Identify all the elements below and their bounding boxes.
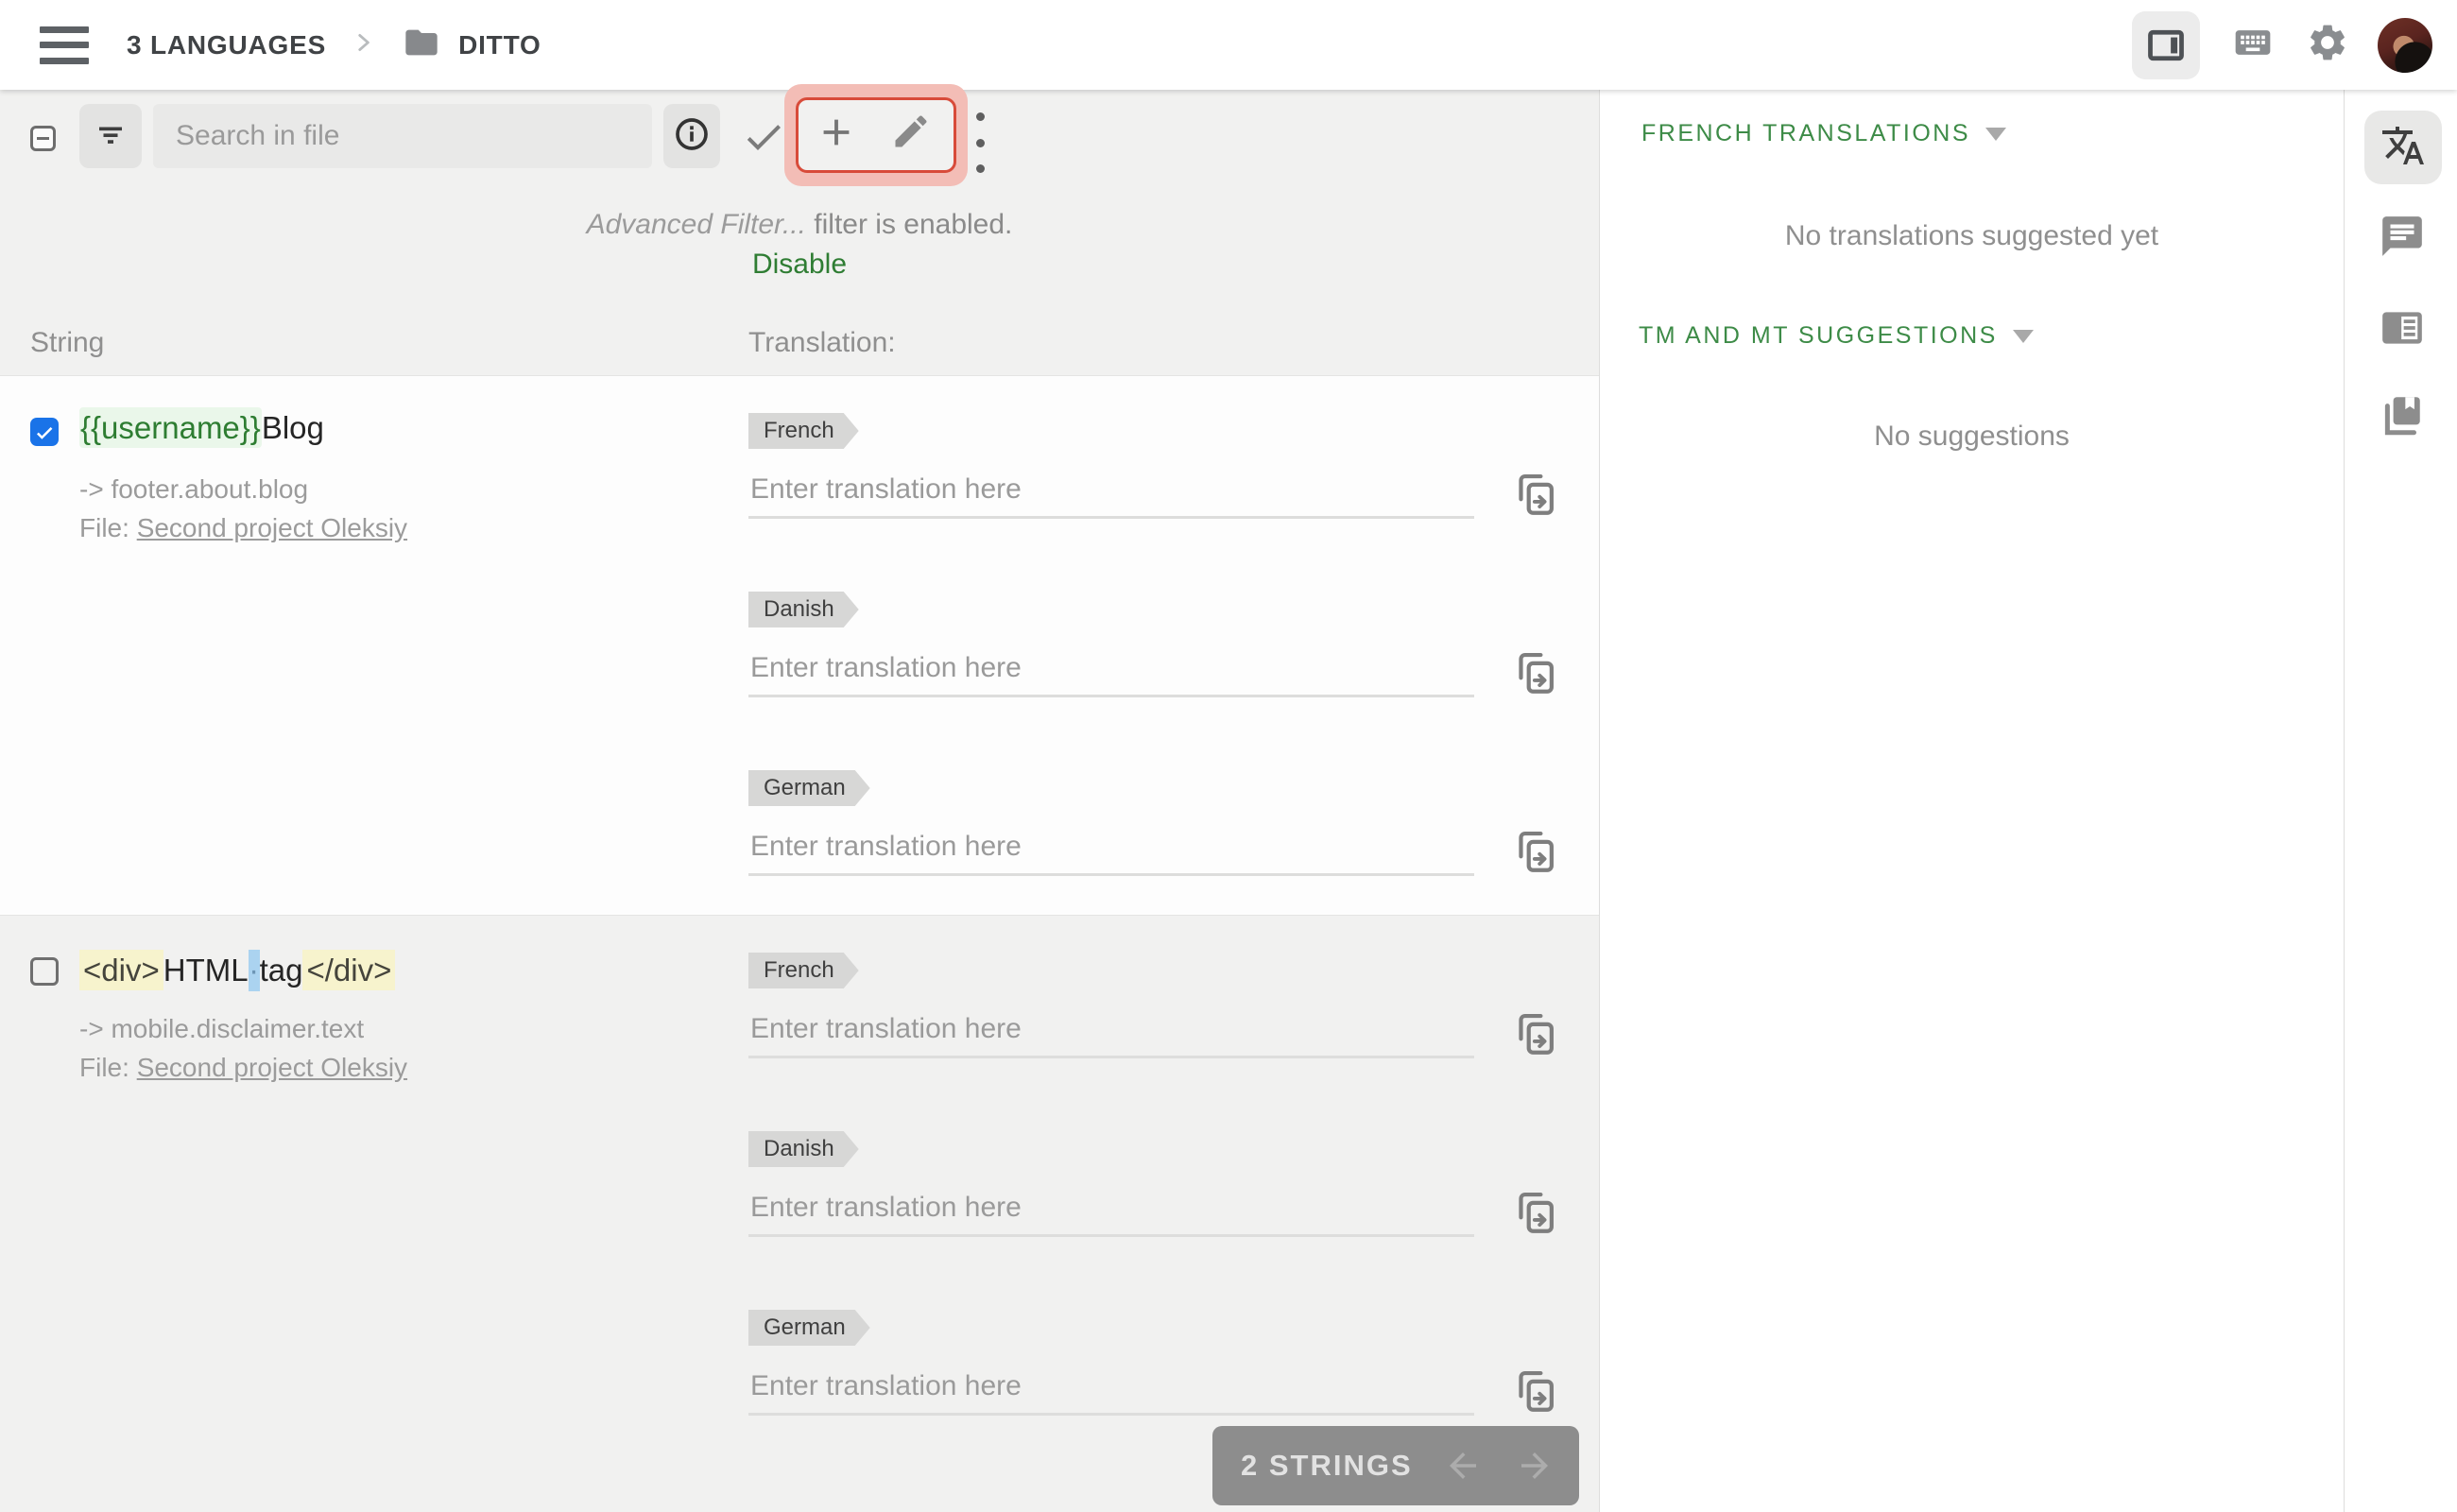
select-all-checkbox[interactable] <box>30 126 56 151</box>
translation-input[interactable] <box>748 819 1474 876</box>
chevron-right-icon <box>351 30 375 60</box>
pager-bar: 2 STRINGS <box>1212 1426 1579 1505</box>
string-file: File: Second project Oleksiy <box>79 513 407 543</box>
copy-source-icon[interactable] <box>1514 829 1557 881</box>
disable-filter-link[interactable]: Disable <box>0 249 1599 281</box>
strings-editor-area: Advanced Filter... filter is enabled. Di… <box>0 84 1599 1512</box>
language-chip: German <box>748 770 870 806</box>
suggestions-panel: FRENCH TRANSLATIONS No translations sugg… <box>1599 90 2344 1512</box>
translation-group: French <box>748 953 1561 1113</box>
folder-icon <box>400 24 443 66</box>
toggle-side-panel-button[interactable] <box>2132 10 2200 79</box>
dropdown-arrow-icon[interactable] <box>2012 329 2034 343</box>
string-html-tag-token: </div> <box>302 950 396 990</box>
filter-name: Advanced Filter... <box>586 209 806 240</box>
string-key-path: -> mobile.disclaimer.text <box>79 1014 365 1043</box>
translation-group: Danish <box>748 592 1561 752</box>
filter-notice: Advanced Filter... filter is enabled. <box>586 209 1013 240</box>
language-chip: German <box>748 1310 870 1346</box>
section-french-translations: FRENCH TRANSLATIONS <box>1641 120 2007 147</box>
filter-button[interactable] <box>79 104 142 168</box>
translation-input[interactable] <box>748 1359 1474 1416</box>
string-text: tag <box>259 953 303 988</box>
row-checkbox[interactable] <box>30 418 59 446</box>
keyboard-shortcuts-icon[interactable] <box>2228 22 2277 68</box>
menu-icon[interactable] <box>40 26 89 64</box>
search-input[interactable] <box>153 104 652 168</box>
breadcrumb-current[interactable]: DITTO <box>458 30 541 60</box>
tutorial-highlight <box>784 84 968 186</box>
language-chip: French <box>748 953 859 988</box>
translation-group: Danish <box>748 1131 1561 1292</box>
string-space-token: · <box>248 950 260 991</box>
dropdown-arrow-icon[interactable] <box>1985 127 2007 141</box>
translation-input[interactable] <box>748 1180 1474 1237</box>
file-link[interactable]: Second project Oleksiy <box>137 1053 407 1082</box>
string-row: <div> HTML·tag </div> -> mobile.disclaimer.… <box>0 916 1599 1512</box>
settings-gear-icon[interactable] <box>2306 21 2349 69</box>
comments-icon[interactable] <box>2379 213 2426 265</box>
breadcrumb-root[interactable]: 3 LANGUAGES <box>127 30 326 60</box>
side-tools-rail <box>2344 90 2457 1512</box>
string-variable-token: {{username}} <box>79 407 262 448</box>
translation-input[interactable] <box>748 462 1474 519</box>
language-chip: Danish <box>748 1131 859 1167</box>
next-page-icon[interactable] <box>1515 1446 1555 1486</box>
language-chip: French <box>748 413 859 449</box>
language-chip: Danish <box>748 592 859 627</box>
string-text: HTML <box>163 953 249 988</box>
source-string[interactable]: <div> HTML·tag </div> <box>79 950 396 991</box>
previous-page-icon[interactable] <box>1443 1446 1483 1486</box>
tm-mt-suggestions-empty-state: No suggestions <box>1874 421 2070 452</box>
translate-icon <box>2380 123 2426 173</box>
approve-check-icon[interactable] <box>741 114 786 164</box>
string-text: Blog <box>261 410 324 445</box>
column-header-string: String <box>30 327 105 358</box>
glossary-bookmark-icon[interactable] <box>2379 392 2426 444</box>
copy-source-icon[interactable] <box>1514 1190 1557 1242</box>
section-tm-mt-suggestions: TM AND MT SUGGESTIONS <box>1639 322 2034 350</box>
copy-source-icon[interactable] <box>1514 1011 1557 1063</box>
string-count: 2 STRINGS <box>1241 1449 1413 1482</box>
translations-tab-button[interactable] <box>2364 111 2442 184</box>
copy-source-icon[interactable] <box>1514 1368 1557 1420</box>
row-checkbox[interactable] <box>30 957 59 986</box>
string-key-path: -> footer.about.blog <box>79 474 309 504</box>
user-avatar[interactable] <box>2378 17 2432 73</box>
translation-input[interactable] <box>748 641 1474 697</box>
edit-pencil-button[interactable] <box>890 111 932 157</box>
more-options-icon[interactable] <box>975 112 985 173</box>
filter-list-icon <box>94 117 128 156</box>
string-html-tag-token: <div> <box>79 950 163 990</box>
add-string-button[interactable] <box>815 111 858 159</box>
copy-source-icon[interactable] <box>1514 650 1557 702</box>
file-label: File: <box>79 513 137 542</box>
column-header-translation: Translation: <box>748 327 896 358</box>
file-link[interactable]: Second project Oleksiy <box>137 513 407 542</box>
string-row: {{username}}Blog -> footer.about.blog File… <box>0 375 1599 916</box>
app-header: 3 LANGUAGES DITTO <box>0 0 2457 90</box>
file-label: File: <box>79 1053 137 1082</box>
translation-group: German <box>748 770 1561 931</box>
string-file: File: Second project Oleksiy <box>79 1053 407 1083</box>
french-translations-empty-state: No translations suggested yet <box>1784 220 2159 251</box>
copy-source-icon[interactable] <box>1514 472 1557 524</box>
source-string[interactable]: {{username}}Blog <box>79 407 324 448</box>
translation-input[interactable] <box>748 1002 1474 1058</box>
reader-mode-icon[interactable] <box>2379 304 2426 356</box>
info-icon <box>673 115 711 158</box>
translation-group: French <box>748 413 1561 574</box>
info-button[interactable] <box>663 104 720 168</box>
